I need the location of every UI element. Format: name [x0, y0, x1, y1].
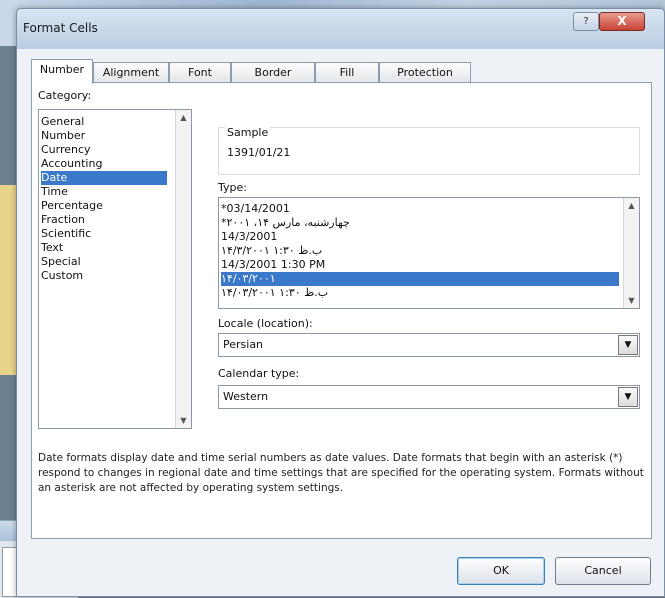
tab-border[interactable]: Border [231, 62, 315, 83]
category-item[interactable]: Time [41, 185, 68, 199]
title-bar: Format Cells ? X [17, 9, 664, 49]
category-item[interactable]: Currency [41, 143, 91, 157]
chevron-down-icon[interactable]: ▼ [618, 387, 638, 407]
tab-alignment[interactable]: Alignment [93, 62, 169, 83]
close-button[interactable]: X [599, 12, 645, 31]
category-item[interactable]: Number [41, 129, 85, 143]
cancel-button[interactable]: Cancel [555, 557, 651, 585]
dialog-title: Format Cells [23, 21, 98, 35]
locale-value: Persian [223, 338, 264, 351]
type-list[interactable]: *03/14/2001 *چهارشنبه، مارس ۱۴، ۲۰۰۱ 14/… [218, 197, 640, 309]
scroll-up-icon[interactable]: ▲ [624, 198, 639, 213]
type-item-selected[interactable]: ۱۴/۰۳/۲۰۰۱ [221, 272, 619, 286]
chevron-down-icon[interactable]: ▼ [618, 335, 638, 355]
scroll-down-icon[interactable]: ▼ [624, 293, 639, 308]
category-item[interactable]: Fraction [41, 213, 85, 227]
sample-value: 1391/01/21 [227, 146, 291, 159]
description-text: Date formats display date and time seria… [38, 452, 644, 494]
scroll-down-icon[interactable]: ▼ [176, 413, 191, 428]
ok-button[interactable]: OK [457, 557, 545, 585]
category-item[interactable]: General [41, 115, 84, 129]
scroll-up-icon[interactable]: ▲ [176, 110, 191, 125]
category-item[interactable]: Percentage [41, 199, 103, 213]
sample-group: Sample 1391/01/21 [218, 126, 640, 175]
category-item-selected[interactable]: Date [41, 171, 167, 185]
sample-label: Sample [225, 126, 271, 139]
category-item[interactable]: Accounting [41, 157, 102, 171]
type-label: Type: [218, 181, 247, 194]
category-scrollbar[interactable]: ▲ ▼ [175, 110, 191, 428]
category-item[interactable]: Custom [41, 269, 83, 283]
tab-number[interactable]: Number [31, 59, 93, 84]
type-item[interactable]: ۱۴/۳/۲۰۰۱ ۱:۳۰ ب.ظ [221, 244, 322, 258]
number-tab-panel: Category: General Number Currency Accoun… [31, 82, 652, 539]
type-scrollbar[interactable]: ▲ ▼ [623, 198, 639, 308]
category-list[interactable]: General Number Currency Accounting Date … [38, 109, 192, 429]
locale-label: Locale (location): [218, 317, 313, 330]
background-sheet [0, 185, 16, 375]
tab-protection[interactable]: Protection [379, 62, 471, 83]
tab-font[interactable]: Font [169, 62, 231, 83]
type-item[interactable]: *03/14/2001 [221, 202, 290, 216]
locale-select[interactable]: Persian ▼ [218, 333, 640, 357]
category-item[interactable]: Special [41, 255, 81, 269]
help-button[interactable]: ? [573, 12, 599, 31]
category-item[interactable]: Scientific [41, 227, 91, 241]
type-item[interactable]: *چهارشنبه، مارس ۱۴، ۲۰۰۱ [221, 216, 350, 230]
tab-fill[interactable]: Fill [315, 62, 379, 83]
format-cells-dialog: Format Cells ? X Number Alignment Font B… [16, 8, 665, 597]
category-item[interactable]: Text [41, 241, 63, 255]
calendar-select[interactable]: Western ▼ [218, 385, 640, 409]
type-item[interactable]: 14/3/2001 [221, 230, 277, 244]
calendar-value: Western [223, 390, 269, 403]
calendar-label: Calendar type: [218, 367, 300, 380]
type-item[interactable]: ۱۴/۰۳/۲۰۰۱ ۱:۳۰ ب.ظ [221, 286, 328, 300]
type-item[interactable]: 14/3/2001 1:30 PM [221, 258, 325, 272]
category-label: Category: [38, 89, 92, 102]
